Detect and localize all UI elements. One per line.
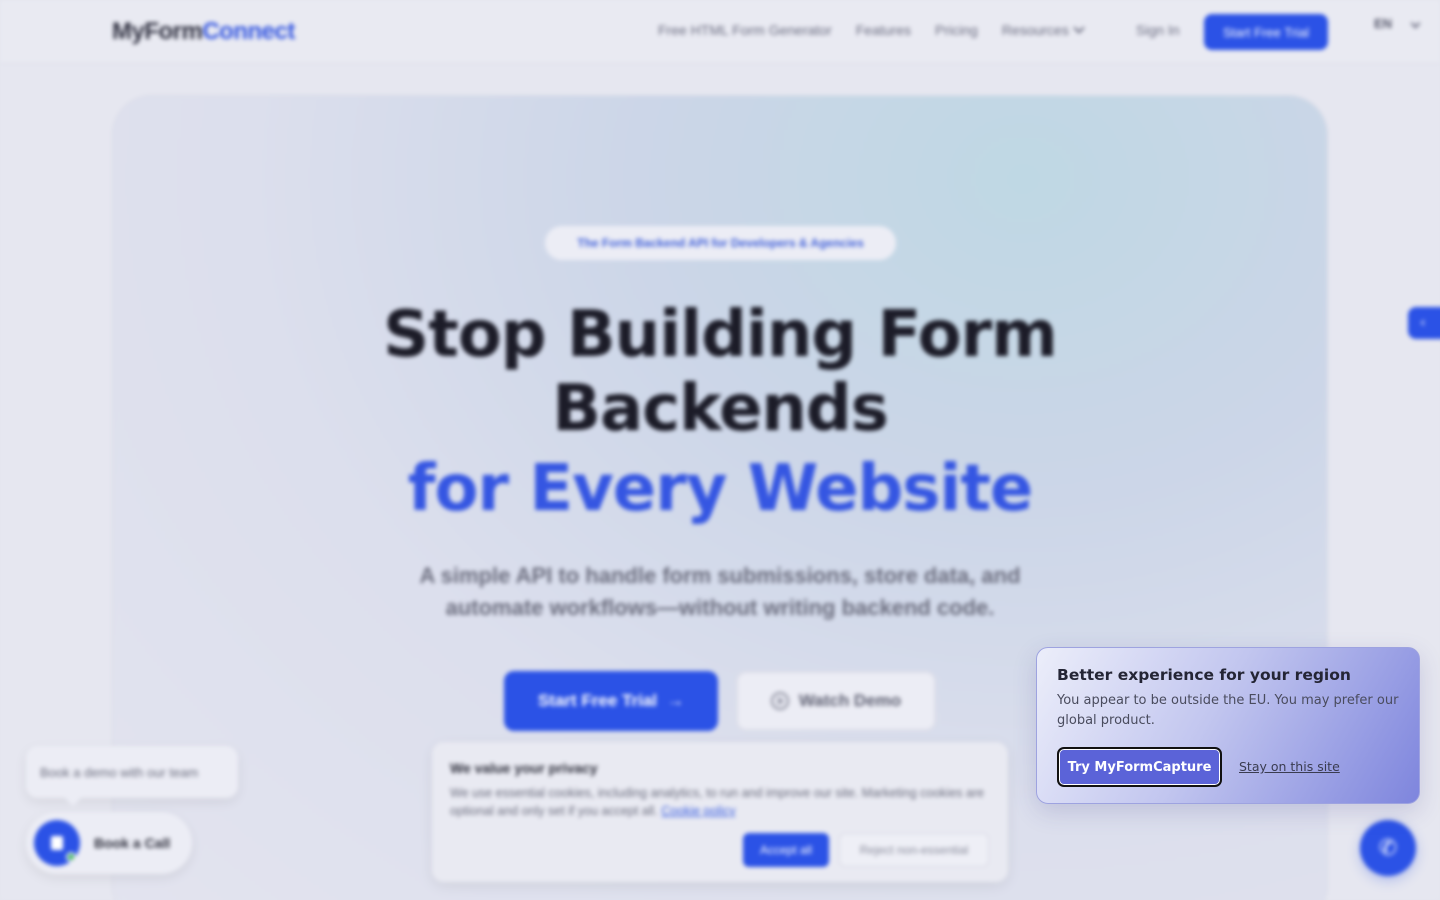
hero-title-highlight: for Every Website [407,452,1034,526]
nav-link-resources-label: Resources [1001,22,1069,38]
phone-icon: ✆ [1378,835,1398,861]
cookie-text: We use essential cookies, including anal… [450,784,990,820]
brand-logo[interactable]: MyFormConnect [112,18,295,46]
top-navbar: MyFormConnect Free HTML Form Generator F… [0,0,1440,64]
arrow-right-icon: → [667,691,685,710]
hero-title-line2: Backends [552,372,889,446]
cookie-title: We value your privacy [450,760,598,776]
watch-demo-button[interactable]: Watch Demo [736,671,936,731]
language-selector[interactable]: EN [1374,16,1392,31]
nav-link-features[interactable]: Features [856,22,911,38]
cookie-reject-button[interactable]: Reject non-essential [839,833,989,867]
chevron-down-icon [1410,18,1421,29]
region-popup-title: Better experience for your region [1057,666,1351,684]
phone-call-button[interactable]: ✆ [1360,820,1416,876]
hero-start-trial-button[interactable]: Start Free Trial → [504,671,718,731]
book-demo-bubble: Book a demo with our team [26,746,238,806]
hero-start-trial-label: Start Free Trial [537,691,658,710]
nav-links: Free HTML Form Generator Features Pricin… [658,22,1085,38]
watch-demo-label: Watch Demo [798,691,902,710]
hero-title: Stop Building Form Backends [320,298,1120,446]
cookie-policy-link[interactable]: Cookie policy [661,804,735,818]
play-circle-icon [770,692,789,710]
region-popup: Better experience for your region You ap… [1036,647,1420,804]
try-myformcapture-button[interactable]: Try MyFormCapture [1057,747,1222,787]
chevron-down-icon [1073,22,1085,34]
hero-tagline-badge: The Form Backend API for Developers & Ag… [545,226,896,260]
book-call-button[interactable]: Book a Call [26,812,192,874]
hero-title-line1: Stop Building Form [383,298,1058,372]
online-status-dot [66,852,76,862]
nav-link-resources[interactable]: Resources [1001,22,1085,38]
sign-in-link[interactable]: Sign In [1136,22,1180,38]
nav-start-trial-button[interactable]: Start Free Trial [1204,14,1328,50]
chevron-left-icon: ‹ [1420,315,1426,331]
brand-name-part2: Connect [202,18,295,45]
region-popup-text: You appear to be outside the EU. You may… [1057,693,1399,728]
hero-subtitle: A simple API to handle form submissions,… [419,563,1021,620]
nav-link-pricing[interactable]: Pricing [935,22,978,38]
side-drawer-tab[interactable]: ‹ [1408,307,1440,339]
book-call-label: Book a Call [94,835,171,851]
cookie-banner: We value your privacy We use essential c… [432,742,1008,882]
stay-on-site-link[interactable]: Stay on this site [1239,759,1340,774]
cookie-accept-button[interactable]: Accept all [743,833,829,867]
brand-name-part1: MyForm [112,18,203,45]
nav-link-form-generator[interactable]: Free HTML Form Generator [658,22,832,38]
calendar-icon [34,820,80,866]
